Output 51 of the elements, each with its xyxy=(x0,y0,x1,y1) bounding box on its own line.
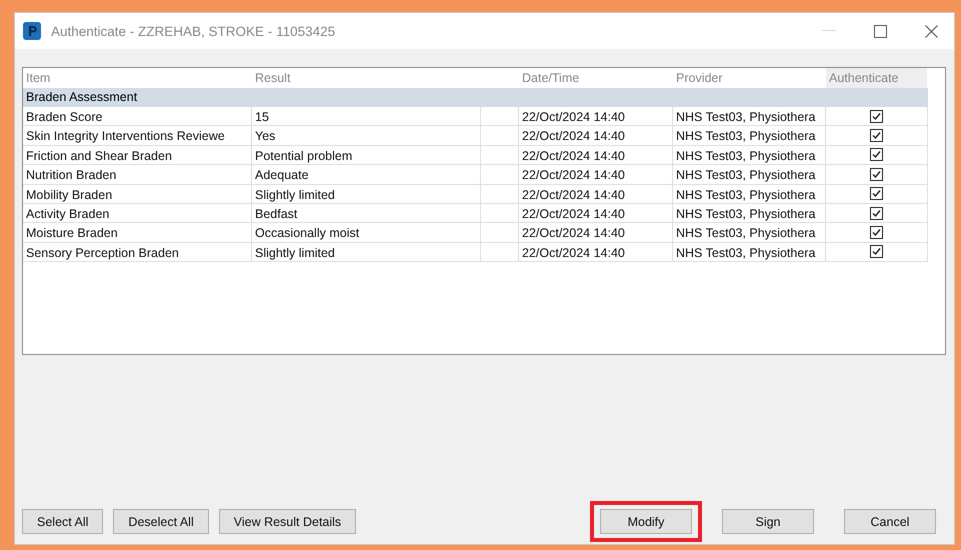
table-cell: Slightly limited xyxy=(252,184,481,204)
table-cell: Friction and Shear Braden xyxy=(23,146,252,166)
checkbox[interactable] xyxy=(870,148,883,162)
checkbox[interactable] xyxy=(870,168,883,181)
table-cell: 22/Oct/2024 14:40 xyxy=(519,165,673,185)
table-cell: Nutrition Braden xyxy=(23,165,252,185)
table-cell: NHS Test03, Physiothera xyxy=(673,126,826,146)
window-title: Authenticate - ZZREHAB, STROKE - 11053425 xyxy=(51,24,336,38)
table-cell: 15 xyxy=(252,107,481,126)
table-cell: 22/Oct/2024 14:40 xyxy=(519,107,673,126)
table-cell: NHS Test03, Physiothera xyxy=(673,204,826,224)
table-cell: 22/Oct/2024 14:40 xyxy=(519,223,673,243)
table-cell: Moisture Braden xyxy=(23,223,252,243)
action-button[interactable]: Modify xyxy=(600,509,692,534)
checkbox[interactable] xyxy=(870,110,883,123)
checkbox[interactable] xyxy=(870,206,883,220)
action-button[interactable]: Deselect All xyxy=(113,509,209,534)
table-cell: Yes xyxy=(252,126,481,146)
table-cell: Mobility Braden xyxy=(23,184,252,204)
checkbox[interactable] xyxy=(870,129,883,142)
close-icon[interactable] xyxy=(925,24,938,38)
table-cell: Skin Integrity Interventions Reviewe xyxy=(23,126,252,146)
table-cell: Sensory Perception Braden xyxy=(23,242,252,262)
table-cell: Adequate xyxy=(252,165,481,185)
table-cell: NHS Test03, Physiothera xyxy=(673,107,826,126)
table-cell: Bedfast xyxy=(252,204,481,224)
table-cell: NHS Test03, Physiothera xyxy=(673,165,826,185)
checkbox[interactable] xyxy=(870,187,883,200)
table-cell: NHS Test03, Physiothera xyxy=(673,184,826,204)
table-cell: Activity Braden xyxy=(23,204,252,224)
group-label: Braden Assessment xyxy=(26,90,138,104)
table-cell: 22/Oct/2024 14:40 xyxy=(519,242,673,262)
action-button[interactable]: Select All xyxy=(22,509,104,534)
checkbox[interactable] xyxy=(870,226,883,240)
table-cell: 22/Oct/2024 14:40 xyxy=(519,184,673,204)
action-button[interactable]: Cancel xyxy=(844,509,936,534)
table-cell: Braden Score xyxy=(23,107,252,126)
table-cell: 22/Oct/2024 14:40 xyxy=(519,126,673,146)
table-cell: NHS Test03, Physiothera xyxy=(673,146,826,166)
table-cell: Slightly limited xyxy=(252,242,481,262)
table-cell: Occasionally moist xyxy=(252,223,481,243)
table-cell: 22/Oct/2024 14:40 xyxy=(519,204,673,224)
table-cell: NHS Test03, Physiothera xyxy=(673,242,826,262)
table-cell: NHS Test03, Physiothera xyxy=(673,223,826,243)
table-cell: Potential problem xyxy=(252,146,481,166)
checkbox[interactable] xyxy=(870,245,883,258)
action-button[interactable]: View Result Details xyxy=(218,509,356,534)
maximize-icon[interactable] xyxy=(874,24,887,38)
app-logo-icon xyxy=(23,22,41,40)
table-cell: 22/Oct/2024 14:40 xyxy=(519,146,673,166)
action-button[interactable]: Sign xyxy=(722,509,814,534)
